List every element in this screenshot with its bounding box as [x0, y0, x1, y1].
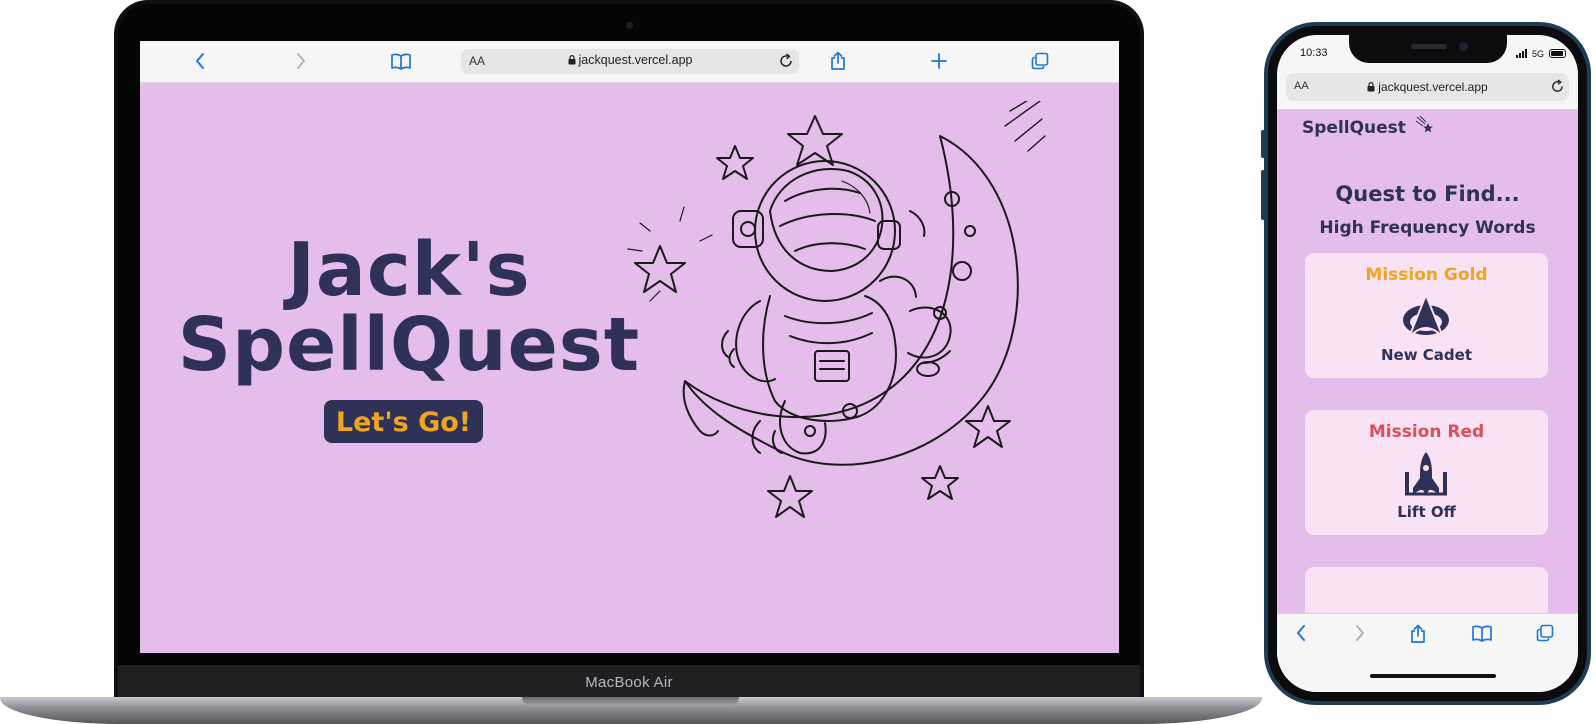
hero-title: Jack's SpellQuest: [174, 233, 644, 383]
mission-card-red[interactable]: Mission Red Lift Off: [1305, 410, 1548, 535]
spellquest-logo[interactable]: SpellQuest: [1302, 118, 1406, 138]
phone-url-text: jackquest.vercel.app: [1378, 80, 1488, 94]
rocket-launch-icon: [1405, 452, 1447, 496]
forward-icon[interactable]: [1354, 624, 1366, 642]
status-time: 10:33: [1300, 47, 1328, 59]
phone-volume-button: [1261, 170, 1265, 220]
phone-notch: [1349, 35, 1507, 63]
shooting-star-icon: [1415, 115, 1433, 133]
bookmarks-icon[interactable]: [389, 49, 413, 73]
mission-card-gold[interactable]: Mission Gold New Cadet: [1305, 253, 1548, 378]
home-indicator[interactable]: [1370, 674, 1496, 678]
back-icon[interactable]: [1295, 624, 1307, 642]
network-label: 5G: [1531, 49, 1544, 59]
lock-icon: [568, 55, 576, 65]
mission-title: Mission Red: [1368, 422, 1485, 442]
forward-icon[interactable]: [289, 49, 313, 73]
laptop-screen: AA jackquest.vercel.app Jack's SpellQues…: [140, 41, 1119, 653]
phone-camera: [1459, 42, 1468, 51]
phone-address-area: AA jackquest.vercel.app: [1277, 71, 1578, 110]
lets-go-button[interactable]: Let's Go!: [324, 400, 483, 443]
hero-title-line1: Jack's: [287, 227, 531, 313]
back-icon[interactable]: [188, 49, 212, 73]
quest-heading: Quest to Find...: [1335, 182, 1520, 206]
reload-icon[interactable]: [778, 53, 794, 69]
mission-subtitle: New Cadet: [1380, 346, 1473, 364]
astronaut-on-moon-illustration: [627, 101, 1046, 518]
reload-icon[interactable]: [1550, 79, 1565, 94]
mission-title: Mission Gold: [1365, 265, 1488, 285]
new-tab-icon[interactable]: [927, 49, 951, 73]
lock-icon: [1367, 82, 1375, 92]
quest-subheading: High Frequency Words: [1319, 218, 1536, 238]
battery-icon: [1549, 49, 1566, 58]
signal-icon: [1516, 49, 1527, 58]
phone-browser-toolbar: [1277, 613, 1578, 692]
share-icon[interactable]: [1409, 624, 1427, 644]
hero-title-line2: SpellQuest: [177, 302, 641, 388]
address-bar[interactable]: AA jackquest.vercel.app: [461, 49, 799, 74]
tabs-icon[interactable]: [1028, 49, 1052, 73]
mission-subtitle: Lift Off: [1397, 503, 1456, 521]
phone-screen: 10:33 5G AA jackquest.vercel.app SpellQu…: [1277, 35, 1578, 692]
share-icon[interactable]: [826, 49, 850, 73]
laptop-brand-label: MacBook Air: [585, 674, 673, 691]
phone-address-bar[interactable]: AA jackquest.vercel.app: [1286, 73, 1569, 101]
laptop-browser-toolbar: AA jackquest.vercel.app: [140, 41, 1119, 83]
laptop-camera: [626, 22, 633, 29]
starfleet-badge-icon: [1403, 293, 1449, 338]
bookmarks-icon[interactable]: [1471, 624, 1493, 642]
url-text: jackquest.vercel.app: [578, 53, 693, 67]
tabs-icon[interactable]: [1536, 624, 1554, 642]
phone-side-button: [1261, 130, 1265, 158]
phone-speaker: [1411, 44, 1447, 49]
laptop-hinge-notch: [522, 697, 739, 706]
